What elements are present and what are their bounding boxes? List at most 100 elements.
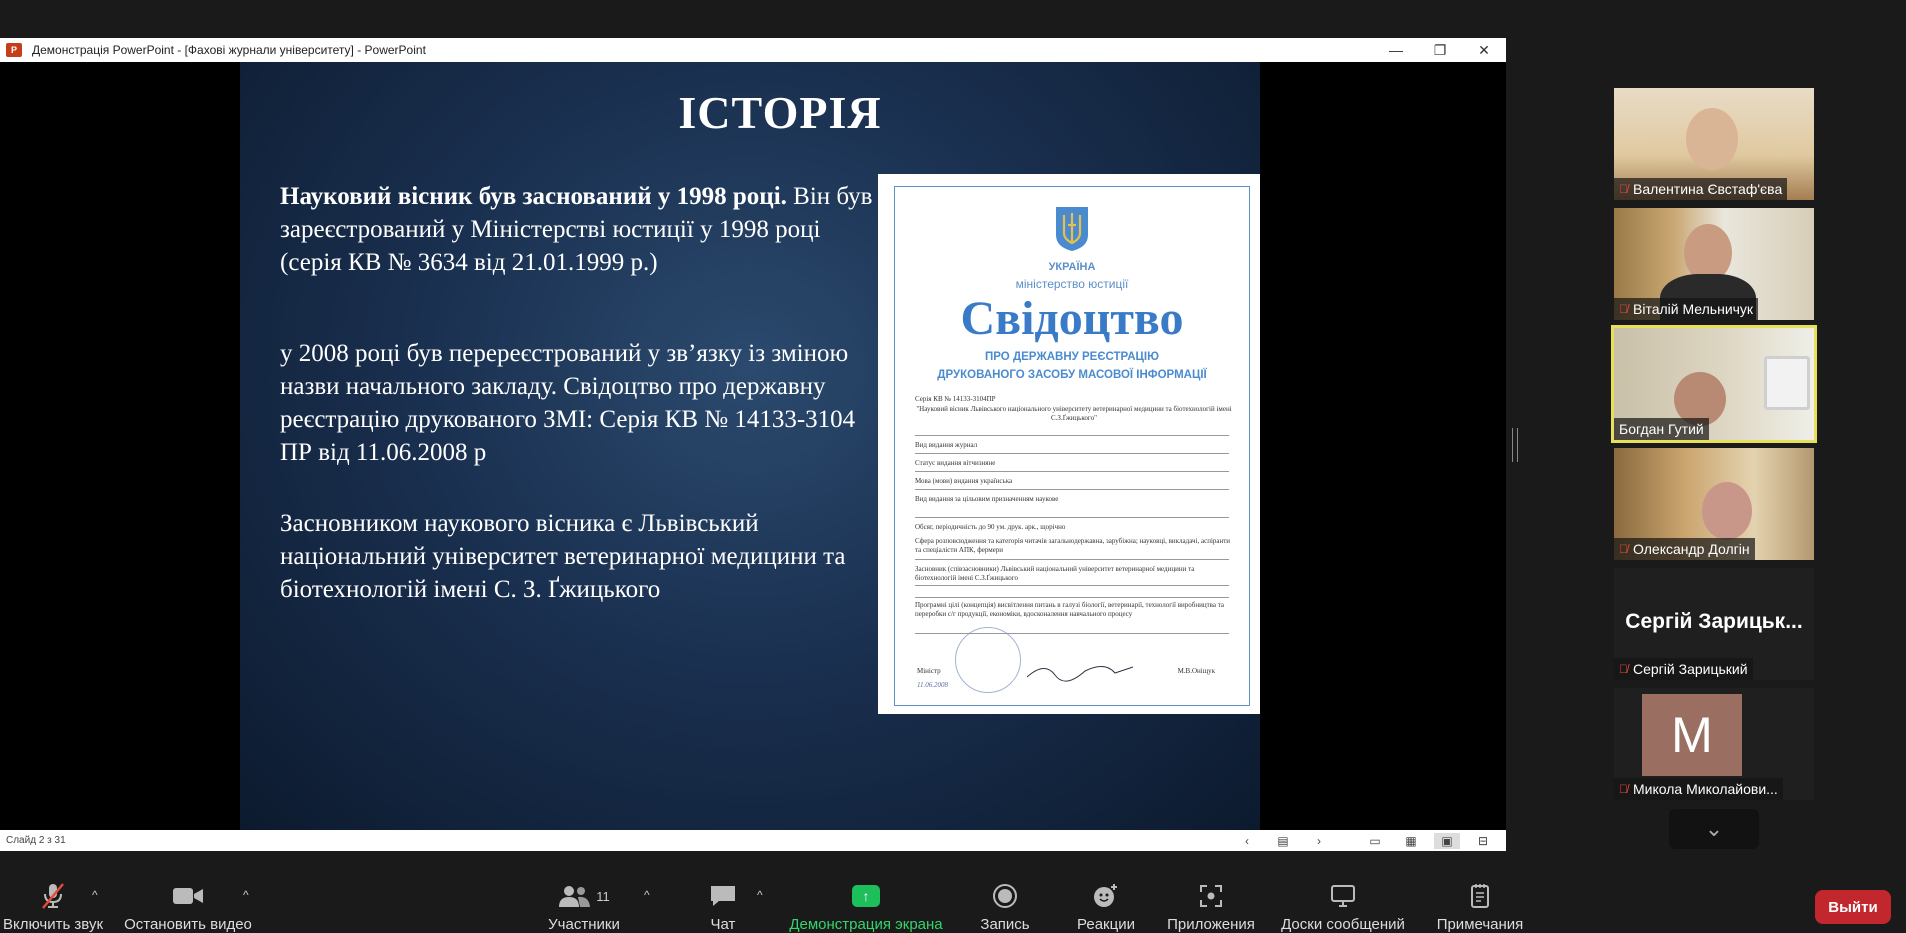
share-screen-icon: ↑ — [852, 882, 880, 910]
certificate-kind: Вид видання журнал — [915, 441, 978, 449]
muted-mic-icon: 🎙̸ — [1619, 182, 1628, 196]
certificate-rule — [915, 453, 1229, 454]
certificate-minister-name: М.В.Оніщук — [1177, 667, 1215, 675]
certificate-subheading-2: ДРУКОВАНОГО ЗАСОБУ МАСОВОЇ ІНФОРМАЦІЇ — [937, 369, 1207, 381]
chevron-down-icon: ⌄ — [1704, 816, 1724, 841]
window-title: Демонстрація PowerPoint - [Фахові журнал… — [32, 43, 426, 57]
participants-count: 11 — [596, 888, 610, 904]
muted-mic-icon: 🎙̸ — [1619, 662, 1628, 676]
participant-tile[interactable]: 🎙̸ Олександр Долгін — [1614, 448, 1814, 560]
certificate-status: Статус видання вітчизняне — [915, 459, 996, 467]
certificate-rule — [915, 597, 1229, 598]
certificate-rule — [915, 489, 1229, 490]
certificate-language: Мова (мови) видання українська — [915, 477, 1013, 485]
share-screen-button[interactable]: ↑ Демонстрация экрана — [786, 868, 946, 933]
slideshow-icon[interactable]: ⊟ — [1470, 833, 1496, 849]
participant-tile[interactable]: Сергій Зарицьк... 🎙̸ Сергій Зарицький — [1614, 568, 1814, 680]
reactions-button[interactable]: Реакции — [1066, 868, 1146, 933]
participant-name: 🎙̸ Олександр Долгін — [1614, 538, 1755, 560]
slide-stage: ІСТОРІЯ Науковий вісник був заснований у… — [0, 62, 1506, 830]
panel-resize-handle[interactable] — [1512, 428, 1518, 462]
slide-counter: Слайд 2 з 31 — [6, 835, 66, 846]
participant-tile[interactable]: 🎙̸ Валентина Євстаф'єва — [1614, 88, 1814, 200]
trident-emblem-icon — [1056, 207, 1088, 251]
certificate-minister-label: Міністр — [917, 667, 941, 675]
chat-button[interactable]: Чат — [688, 868, 758, 933]
certificate-rule — [915, 633, 1229, 634]
certificate-rule — [915, 559, 1229, 560]
certificate-series: Серія КВ № 14133-3104ПР — [915, 395, 996, 403]
certificate-date: 11.06.2008 — [917, 681, 948, 689]
certificate-purpose: Вид видання за цільовим призначенням нау… — [915, 495, 1059, 503]
minimize-button[interactable]: — — [1374, 38, 1418, 62]
participant-name: 🎙̸ Сергій Зарицький — [1614, 658, 1753, 680]
registration-certificate-image: УКРАЇНА міністерство юстиції Свідоцтво П… — [878, 174, 1260, 714]
participant-name: 🎙̸ Микола Миколайови... — [1614, 778, 1783, 800]
powerpoint-logo-icon: P — [6, 43, 22, 57]
notes-icon — [1469, 882, 1491, 910]
apps-button[interactable]: Приложения — [1160, 868, 1262, 933]
participant-face — [1686, 108, 1738, 170]
slide-title: ІСТОРІЯ — [678, 87, 882, 138]
participants-options-caret-icon[interactable]: ^ — [644, 888, 650, 902]
whiteboard-icon — [1330, 882, 1356, 910]
powerpoint-window: P Демонстрація PowerPoint - [Фахові журн… — [0, 38, 1506, 851]
certificate-sphere: Сфера розповсюдження та категорія читачі… — [915, 537, 1231, 554]
participant-name-placeholder: Сергій Зарицьк... — [1625, 610, 1803, 633]
video-options-caret-icon[interactable]: ^ — [243, 888, 249, 902]
certificate-rule — [915, 585, 1229, 586]
certificate-volume: Обсяг, періодичність до 90 ум. друк. арк… — [915, 523, 1066, 531]
certificate-heading: Свідоцтво — [960, 292, 1184, 345]
whiteboards-button[interactable]: Доски сообщений — [1272, 868, 1414, 933]
slide-sorter-icon[interactable]: ▦ — [1398, 833, 1424, 849]
slide[interactable]: ІСТОРІЯ Науковий вісник був заснований у… — [240, 62, 1260, 830]
background-object — [1764, 356, 1810, 410]
participant-name: Богдан Гутий — [1614, 418, 1709, 440]
participant-tile-active-speaker[interactable]: Богдан Гутий — [1611, 325, 1817, 443]
previous-slide-icon[interactable]: ‹ — [1234, 833, 1260, 849]
participants-icon: 11 — [558, 882, 610, 910]
signature-icon — [1026, 666, 1134, 682]
record-button[interactable]: Запись — [970, 868, 1040, 933]
record-icon — [992, 882, 1018, 910]
participant-name: 🎙̸ Віталій Мельничук — [1614, 298, 1759, 320]
leave-meeting-button[interactable]: Выйти — [1815, 890, 1891, 924]
muted-mic-icon: 🎙̸ — [1619, 782, 1628, 796]
participant-tile[interactable]: M 🎙̸ Микола Миколайови... — [1614, 688, 1814, 800]
participants-scroll-down-button[interactable]: ⌄ — [1669, 809, 1759, 849]
normal-view-icon[interactable]: ▭ — [1362, 833, 1388, 849]
certificate-rule — [915, 517, 1229, 518]
meeting-toolbar: Включить звук ^ Остановить видео ^ 11 Уч… — [0, 868, 1906, 933]
next-slide-icon[interactable]: › — [1306, 833, 1332, 849]
powerpoint-statusbar: Слайд 2 з 31 ‹ ▤ › ▭ ▦ ▣ ⊟ — [0, 830, 1506, 851]
apps-icon — [1198, 882, 1224, 910]
participant-tile[interactable]: 🎙̸ Віталій Мельничук — [1614, 208, 1814, 320]
chat-bubble-icon — [709, 882, 737, 910]
certificate-frame: УКРАЇНА міністерство юстиції Свідоцтво П… — [894, 186, 1250, 706]
chat-options-caret-icon[interactable]: ^ — [757, 888, 763, 902]
participant-avatar: M — [1642, 694, 1742, 776]
audio-options-caret-icon[interactable]: ^ — [92, 888, 98, 902]
notes-button[interactable]: Примечания — [1428, 868, 1532, 933]
certificate-rule — [915, 471, 1229, 472]
official-stamp-icon — [955, 627, 1021, 693]
participants-button[interactable]: 11 Участники — [544, 868, 624, 933]
muted-mic-icon: 🎙̸ — [1619, 542, 1628, 556]
slide-paragraph-founder: Засновником наукового вісника є Львівськ… — [280, 510, 846, 603]
video-camera-icon — [172, 882, 204, 910]
restore-button[interactable]: ❐ — [1418, 38, 1462, 62]
slide-paragraph-founded: Науковий вісник був заснований у 1998 ро… — [280, 180, 880, 279]
certificate-ministry: міністерство юстиції — [1015, 277, 1129, 291]
close-button[interactable]: ✕ — [1462, 38, 1506, 62]
muted-microphone-icon — [40, 882, 66, 910]
reading-view-icon[interactable]: ▣ — [1434, 832, 1460, 849]
certificate-rule — [915, 435, 1229, 436]
unmute-button[interactable]: Включить звук — [0, 868, 106, 933]
certificate-publication-name: "Науковий вісник Львівського національно… — [916, 405, 1232, 422]
slide-notes-icon[interactable]: ▤ — [1270, 833, 1296, 849]
stop-video-button[interactable]: Остановить видео — [122, 868, 254, 933]
muted-mic-icon: 🎙̸ — [1619, 302, 1628, 316]
slide-paragraph-founded-bold: Науковий вісник був заснований у 1998 ро… — [280, 183, 787, 210]
reactions-smiley-icon — [1092, 882, 1120, 910]
certificate-subheading-1: ПРО ДЕРЖАВНУ РЕЄСТРАЦІЮ — [985, 351, 1159, 363]
